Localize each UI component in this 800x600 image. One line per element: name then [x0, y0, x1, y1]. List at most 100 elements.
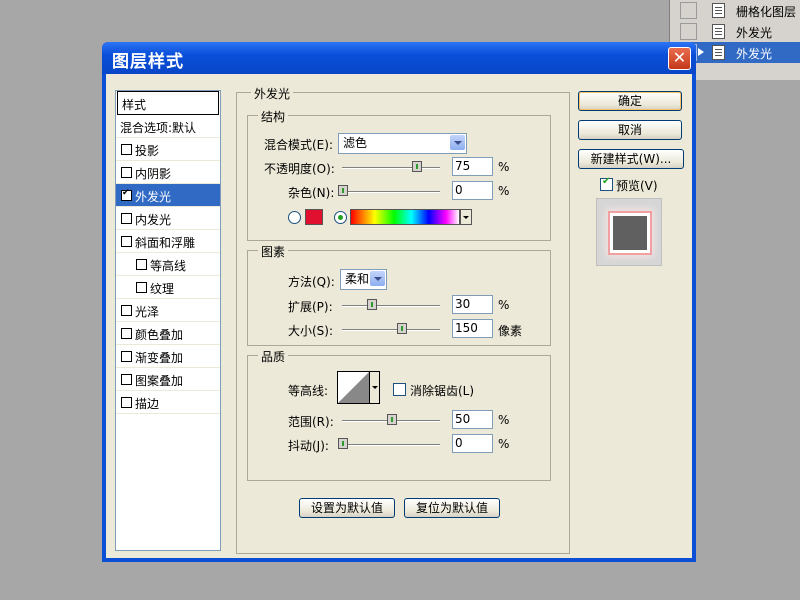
style-item-blend-options[interactable]: 混合选项:默认: [116, 115, 220, 138]
style-item-label: 斜面和浮雕: [135, 236, 196, 250]
range-slider-thumb[interactable]: [387, 414, 397, 425]
preview-swatch: [610, 213, 650, 253]
technique-value: 柔和: [345, 272, 370, 286]
solid-color-radio[interactable]: [288, 211, 301, 224]
size-input[interactable]: 150: [452, 319, 493, 338]
style-checkbox[interactable]: [121, 305, 132, 316]
style-list-header-label: 样式: [122, 98, 147, 112]
layer-name: 外发光: [736, 47, 773, 61]
size-label: 大小(S):: [288, 324, 334, 338]
technique-select[interactable]: 柔和: [340, 269, 387, 290]
reset-default-button[interactable]: 复位为默认值: [404, 498, 500, 518]
style-item-label: 内阴影: [135, 167, 172, 181]
style-item-label: 混合选项:默认: [120, 121, 197, 135]
opacity-input[interactable]: 75: [452, 157, 493, 176]
style-checkbox[interactable]: [136, 282, 147, 293]
noise-label: 杂色(N):: [288, 186, 335, 200]
style-item-pattern-overlay[interactable]: 图案叠加: [116, 368, 220, 391]
style-item-label: 纹理: [150, 282, 175, 296]
layer-name: 外发光: [736, 26, 773, 40]
style-checkbox[interactable]: [121, 236, 132, 247]
style-item-inner-shadow[interactable]: 内阴影: [116, 161, 220, 184]
preview-checkbox[interactable]: [600, 176, 613, 191]
style-item-outer-glow[interactable]: 外发光: [116, 184, 220, 207]
opacity-slider[interactable]: [342, 161, 440, 172]
style-item-label: 颜色叠加: [135, 328, 184, 342]
style-item-label: 光泽: [135, 305, 160, 319]
style-item-texture[interactable]: 纹理: [116, 276, 220, 299]
style-checkbox[interactable]: [121, 351, 132, 362]
layer-row-outer-glow[interactable]: 外发光: [670, 21, 800, 42]
noise-slider-thumb[interactable]: [338, 185, 348, 196]
cancel-button[interactable]: 取消: [578, 120, 682, 140]
opacity-slider-thumb[interactable]: [411, 161, 422, 172]
style-item-gradient-overlay[interactable]: 渐变叠加: [116, 345, 220, 368]
chevron-down-icon[interactable]: [370, 271, 385, 286]
new-style-button[interactable]: 新建样式(W)...: [578, 149, 684, 169]
range-slider[interactable]: [342, 414, 440, 425]
opacity-label: 不透明度(O):: [264, 162, 335, 176]
noise-input[interactable]: 0: [452, 181, 493, 200]
technique-label: 方法(Q):: [288, 275, 335, 289]
make-default-button[interactable]: 设置为默认值: [299, 498, 395, 518]
outer-glow-group: 外发光 结构 混合模式(E): 滤色 不透明度(O): 75 % 杂色(N):: [236, 85, 570, 554]
jitter-label: 抖动(J):: [288, 439, 329, 453]
style-checkbox[interactable]: [121, 188, 132, 201]
noise-slider[interactable]: [338, 185, 440, 196]
layer-style-dialog: 图层样式 ✕ 样式 混合选项:默认 投影 内阴影 外发光: [102, 42, 696, 562]
glow-color-swatch[interactable]: [305, 209, 323, 225]
style-item-color-overlay[interactable]: 颜色叠加: [116, 322, 220, 345]
layer-name: 栅格化图层: [736, 5, 797, 19]
close-icon[interactable]: ✕: [668, 47, 691, 70]
jitter-input[interactable]: 0: [452, 434, 493, 453]
visibility-toggle[interactable]: [680, 2, 697, 19]
style-item-label: 外发光: [135, 190, 172, 204]
style-checkbox[interactable]: [121, 374, 132, 385]
ok-button[interactable]: 确定: [578, 91, 682, 111]
style-checkbox[interactable]: [121, 397, 132, 408]
style-checkbox[interactable]: [136, 259, 147, 270]
range-label: 范围(R):: [288, 415, 334, 429]
quality-title: 品质: [258, 348, 289, 365]
style-checkbox[interactable]: [121, 213, 132, 224]
spread-slider[interactable]: [342, 299, 440, 310]
style-checkbox[interactable]: [121, 144, 132, 155]
style-preview-thumbnail: [596, 198, 662, 266]
size-slider[interactable]: [342, 323, 440, 334]
style-item-contour[interactable]: 等高线: [116, 253, 220, 276]
gradient-radio[interactable]: [334, 211, 347, 224]
spread-unit: %: [498, 298, 510, 312]
blend-mode-select[interactable]: 滤色: [338, 133, 467, 154]
style-item-bevel-emboss[interactable]: 斜面和浮雕: [116, 230, 220, 253]
style-item-satin[interactable]: 光泽: [116, 299, 220, 322]
spread-input[interactable]: 30: [452, 295, 493, 314]
size-slider-thumb[interactable]: [396, 323, 407, 334]
visibility-toggle[interactable]: [680, 23, 697, 40]
style-list: 样式 混合选项:默认 投影 内阴影 外发光 内发光: [115, 90, 221, 551]
jitter-slider-thumb[interactable]: [338, 438, 348, 449]
title-bar[interactable]: 图层样式 ✕: [102, 42, 696, 74]
structure-group: 结构 混合模式(E): 滤色 不透明度(O): 75 % 杂色(N): 0 %: [247, 108, 551, 241]
gradient-dropdown-icon[interactable]: [460, 209, 472, 225]
style-checkbox[interactable]: [121, 328, 132, 339]
chevron-down-icon[interactable]: [450, 135, 465, 150]
style-item-inner-glow[interactable]: 内发光: [116, 207, 220, 230]
range-input[interactable]: 50: [452, 410, 493, 429]
glow-gradient-picker[interactable]: [350, 209, 460, 225]
expand-arrow-icon[interactable]: [698, 48, 704, 56]
preview-label: 预览(V): [616, 179, 658, 193]
opacity-unit: %: [498, 160, 510, 174]
spread-slider-thumb[interactable]: [367, 299, 378, 310]
style-checkbox[interactable]: [121, 167, 132, 178]
jitter-unit: %: [498, 437, 510, 451]
blend-mode-value: 滤色: [343, 136, 368, 150]
anti-alias-checkbox[interactable]: [393, 383, 406, 396]
jitter-slider[interactable]: [338, 438, 440, 449]
size-unit: 像素: [498, 324, 523, 338]
style-item-drop-shadow[interactable]: 投影: [116, 138, 220, 161]
style-list-header[interactable]: 样式: [117, 91, 219, 115]
contour-dropdown-icon[interactable]: [369, 371, 380, 404]
layer-row-rasterize[interactable]: 栅格化图层: [670, 0, 800, 21]
style-item-stroke[interactable]: 描边: [116, 391, 220, 414]
contour-preview-icon[interactable]: [337, 371, 370, 404]
